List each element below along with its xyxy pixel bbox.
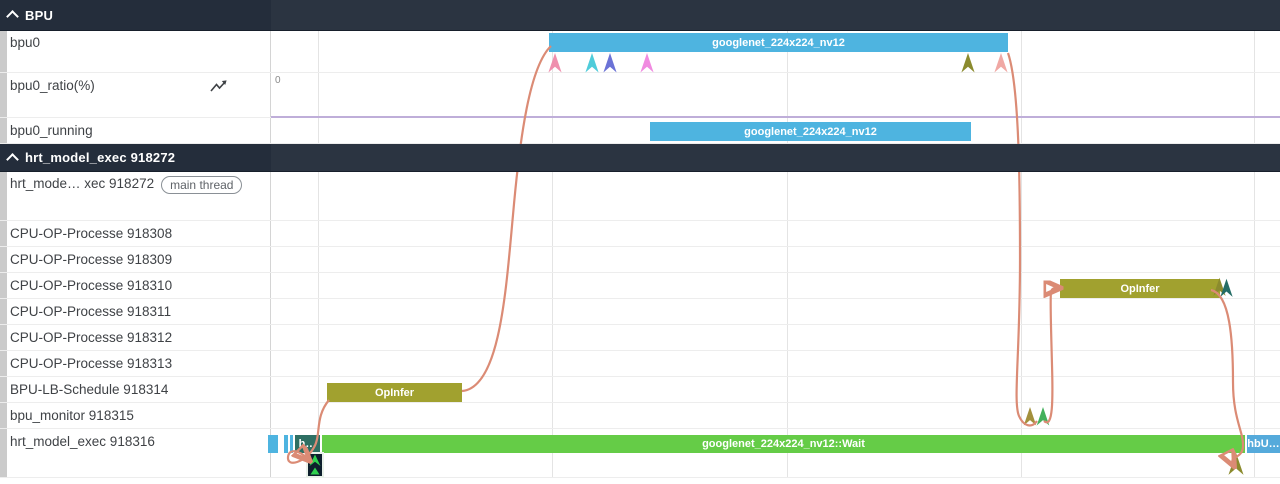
counter-value: 0 xyxy=(275,75,281,86)
slice-hbu-truncated[interactable]: hbU… xyxy=(1247,435,1280,453)
track-row-918315: bpu_monitor 918315 xyxy=(0,403,1280,429)
track-label-918316[interactable]: hrt_model_exec 918316 xyxy=(0,429,271,477)
track-row-918309: CPU-OP-Processe 918309 xyxy=(0,247,1280,273)
track-label-bpu0-running[interactable]: bpu0_running xyxy=(0,118,271,143)
instant-arrow-olive[interactable] xyxy=(1228,452,1244,476)
instant-arrow-green[interactable] xyxy=(1036,407,1050,426)
track-row-918308: CPU-OP-Processe 918308 xyxy=(0,221,1280,247)
slice-bpu0-running-googlenet[interactable]: googlenet_224x224_nv12 xyxy=(650,122,971,141)
main-thread-badge: main thread xyxy=(161,176,243,194)
track-row-918311: CPU-OP-Processe 918311 xyxy=(0,299,1280,325)
instant-arrow-salmon[interactable] xyxy=(994,53,1008,73)
track-row-918312: CPU-OP-Processe 918312 xyxy=(0,325,1280,351)
counter-zero-line xyxy=(271,116,1280,118)
group-header-bpu[interactable]: BPU xyxy=(0,0,1280,31)
slice-opinfer-cpu[interactable]: OpInfer xyxy=(1060,279,1220,298)
track-row-main-thread: hrt_mode… xec 918272 main thread xyxy=(0,171,1280,221)
instant-arrow-pink[interactable] xyxy=(548,53,562,73)
instant-arrow-indigo[interactable] xyxy=(603,53,617,73)
track-label-918309[interactable]: CPU-OP-Processe 918309 xyxy=(0,247,271,272)
track-row-918314: BPU-LB-Schedule 918314 xyxy=(0,377,1280,403)
header-track-shade xyxy=(271,144,1280,171)
track-label-918311[interactable]: CPU-OP-Processe 918311 xyxy=(0,299,271,324)
track-label-918312[interactable]: CPU-OP-Processe 918312 xyxy=(0,325,271,350)
slice-opinfer-schedule[interactable]: OpInfer xyxy=(327,383,462,402)
track-row-918313: CPU-OP-Processe 918313 xyxy=(0,351,1280,377)
group-title: BPU xyxy=(25,7,54,23)
trace-viewer: BPU bpu0 bpu0_ratio(%) 0 bpu0_running hr… xyxy=(0,0,1280,484)
slice-small-blue-1[interactable] xyxy=(268,435,278,453)
track-label-bpu0-ratio[interactable]: bpu0_ratio(%) xyxy=(0,73,271,117)
group-header-hrt-model-exec[interactable]: hrt_model_exec 918272 xyxy=(0,144,1280,172)
slice-small-blue-3[interactable] xyxy=(290,435,293,453)
track-label-918313[interactable]: CPU-OP-Processe 918313 xyxy=(0,351,271,376)
instant-arrow-dark-teal[interactable] xyxy=(1220,278,1233,298)
slice-googlenet-wait[interactable]: googlenet_224x224_nv12::Wait xyxy=(322,435,1245,453)
track-row-bpu0-ratio: bpu0_ratio(%) xyxy=(0,73,1280,118)
header-track-shade xyxy=(271,0,1280,30)
counter-chart-icon xyxy=(210,80,227,92)
instant-arrow-gold[interactable] xyxy=(1023,407,1037,426)
slice-small-blue-2[interactable] xyxy=(284,435,288,453)
track-label-bpu0[interactable]: bpu0 xyxy=(0,30,271,72)
collapse-caret-icon xyxy=(6,152,19,166)
marker-green-arrow-icon xyxy=(309,454,321,475)
collapse-caret-icon xyxy=(6,10,19,23)
track-label-main-thread[interactable]: hrt_mode… xec 918272 main thread xyxy=(0,171,271,220)
track-label-918310[interactable]: CPU-OP-Processe 918310 xyxy=(0,273,271,298)
group-title: hrt_model_exec 918272 xyxy=(25,150,176,165)
instant-arrow-teal[interactable] xyxy=(585,53,599,73)
track-row-bpu0-running: bpu0_running xyxy=(0,118,1280,144)
track-label-918308[interactable]: CPU-OP-Processe 918308 xyxy=(0,221,271,246)
slice-h-truncated[interactable]: h… xyxy=(295,435,320,453)
slice-bpu0-googlenet[interactable]: googlenet_224x224_nv12 xyxy=(549,33,1008,52)
track-label-918315[interactable]: bpu_monitor 918315 xyxy=(0,403,271,428)
main-thread-name: hrt_mode… xec 918272 xyxy=(10,176,155,191)
selected-instant-marker[interactable] xyxy=(306,452,324,478)
instant-arrow-olive[interactable] xyxy=(961,53,975,73)
instant-arrow-orchid[interactable] xyxy=(640,53,654,73)
track-label-918314[interactable]: BPU-LB-Schedule 918314 xyxy=(0,377,271,402)
